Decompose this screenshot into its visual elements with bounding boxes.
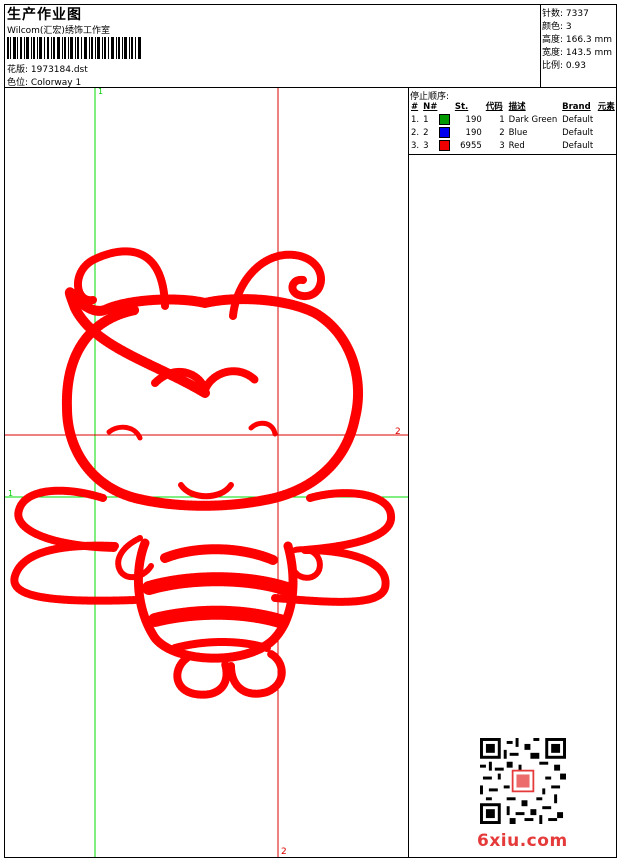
body-stripe-3 [148,605,290,629]
row-n: 3 [423,141,429,151]
qr-code [480,738,566,824]
foot-left [173,654,231,699]
col-desc: 描述 [508,102,526,112]
head-outline [61,287,363,511]
body-stripe-4 [171,638,271,652]
barcode [7,37,141,59]
row-code: 3 [499,141,505,151]
body-stripe-2 [142,572,297,597]
row-desc: Red [508,141,525,151]
stat-height: 高度: 166.3 mm [542,35,613,45]
row-element [596,127,620,140]
row-brand: Default [562,141,594,151]
stat-scale: 比例: 0.93 [542,61,586,71]
design-canvas [5,88,408,857]
company-name: Wilcom(汇宏)绣饰工作室 [7,26,110,36]
row-n: 2 [423,128,429,138]
row-element [596,114,620,127]
colorway-label: 色位: Colorway 1 [7,78,82,88]
stat-stitches: 针数: 7337 [542,9,589,19]
guide-label-v2: 2 [281,847,287,857]
color-swatch [439,114,451,125]
smile [178,482,234,500]
col-element: 元素 [597,102,615,112]
col-stitches: St. [454,102,469,112]
row-n-swatch: 1 [421,114,453,127]
wing-left [10,486,139,605]
watermark-logo: 6xiu.com [477,831,568,851]
col-n: N# [423,102,438,112]
stop-sequence-header-row: # N# St. 代码 描述 Brand 元素 [409,101,620,114]
color-swatch [439,127,451,138]
col-brand: Brand [562,102,591,112]
row-index: 2. [411,128,420,138]
row-desc: Dark Green [508,115,558,125]
guide-label-h1: 1 [8,489,14,498]
row-desc: Blue [508,128,528,138]
design-file-label: 花版: 1973184.dst [7,65,88,75]
col-code: 代码 [485,102,503,112]
table-row: 2. 2 190 2 Blue Default [409,127,620,140]
color-swatch [439,140,451,151]
page-title: 生产作业图 [7,7,82,23]
row-stitches: 190 [465,115,482,125]
body-stripe-1 [160,544,278,565]
stat-colors: 颜色: 3 [542,22,572,32]
row-n-swatch: 2 [421,127,453,140]
eye-left [106,424,143,441]
guide-label-v1: 1 [98,87,104,96]
row-brand: Default [562,115,594,125]
table-row: 3. 3 6955 3 Red Default [409,140,620,153]
bee-embroidery [10,247,395,699]
row-stitches: 190 [465,128,482,138]
row-brand: Default [562,128,594,138]
row-code: 1 [499,115,505,125]
row-index: 1. [411,115,420,125]
guide-label-h2: 2 [395,427,401,437]
row-code: 2 [499,128,505,138]
col-index: # [411,102,419,112]
stop-sequence-table: # N# St. 代码 描述 Brand 元素 1. 1 190 1 Dark … [409,101,620,153]
row-index: 3. [411,141,420,151]
row-stitches: 6955 [460,141,482,151]
row-n-swatch: 3 [421,140,453,153]
row-n: 1 [423,115,429,125]
head-heart-dip [151,367,259,394]
eye-right [248,420,278,437]
stat-width: 宽度: 143.5 mm [542,48,613,58]
row-element [596,140,620,153]
table-row: 1. 1 190 1 Dark Green Default [409,114,620,127]
